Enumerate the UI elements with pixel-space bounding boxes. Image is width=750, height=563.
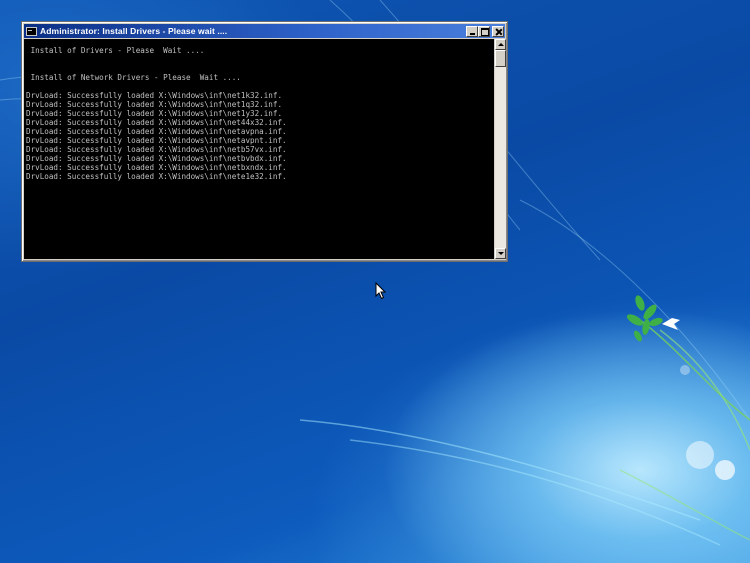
window-title: Administrator: Install Drivers - Please … <box>40 26 228 36</box>
command-prompt-window[interactable]: Administrator: Install Drivers - Please … <box>21 21 508 262</box>
console-line: Install of Network Drivers - Please Wait… <box>26 73 241 82</box>
console-icon[interactable] <box>26 26 37 36</box>
console-line: DrvLoad: Successfully loaded X:\Windows\… <box>26 127 287 136</box>
scroll-down-button[interactable] <box>495 248 506 259</box>
console-line: DrvLoad: Successfully loaded X:\Windows\… <box>26 109 283 118</box>
console-line: DrvLoad: Successfully loaded X:\Windows\… <box>26 136 287 145</box>
scroll-up-button[interactable] <box>495 39 506 50</box>
console-output[interactable]: Install of Drivers - Please Wait .... In… <box>24 39 494 259</box>
close-button[interactable] <box>492 25 504 37</box>
scroll-thumb[interactable] <box>495 50 506 67</box>
console-line: Install of Drivers - Please Wait .... <box>26 46 205 55</box>
title-bar[interactable]: Administrator: Install Drivers - Please … <box>24 24 505 38</box>
window-controls <box>466 25 504 37</box>
vertical-scrollbar[interactable] <box>494 39 506 259</box>
console-line: DrvLoad: Successfully loaded X:\Windows\… <box>26 145 287 154</box>
console-line: DrvLoad: Successfully loaded X:\Windows\… <box>26 100 283 109</box>
maximize-button[interactable] <box>478 25 490 37</box>
console-line: DrvLoad: Successfully loaded X:\Windows\… <box>26 118 287 127</box>
arrow-cursor-icon <box>375 282 387 300</box>
console-line: DrvLoad: Successfully loaded X:\Windows\… <box>26 163 287 172</box>
console-line: DrvLoad: Successfully loaded X:\Windows\… <box>26 172 287 181</box>
minimize-button[interactable] <box>466 25 478 37</box>
console-line: DrvLoad: Successfully loaded X:\Windows\… <box>26 154 287 163</box>
console-line: DrvLoad: Successfully loaded X:\Windows\… <box>26 91 283 100</box>
